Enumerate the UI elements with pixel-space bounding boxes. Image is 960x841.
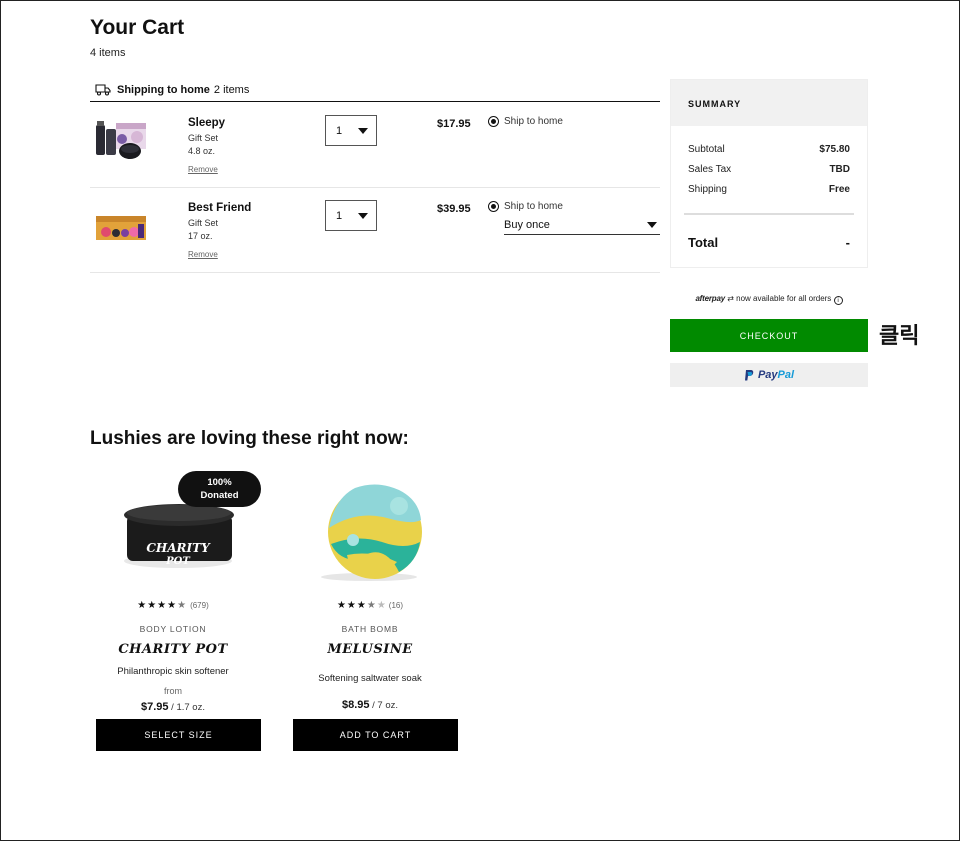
product-name[interactable]: CHARITY POT <box>90 642 256 657</box>
star-rating: ★★★★ ★ (679) <box>90 600 256 611</box>
product-thumbnail-sleepy <box>96 121 146 159</box>
donated-badge: 100% Donated <box>178 471 261 507</box>
product-image[interactable] <box>287 470 453 590</box>
price-from-label: from <box>164 686 182 696</box>
afterpay-notice: afterpay ⇄ now available for all orders … <box>670 294 868 305</box>
summary-label: Shipping <box>688 184 727 195</box>
star-icon-empty: ★ <box>376 600 386 611</box>
shipping-count: 2 items <box>213 83 250 96</box>
product-card-charity-pot: CHARITY POT 100% Donated ★★★★ ★ (679) BOD… <box>90 470 261 751</box>
chevron-down-icon <box>647 222 657 228</box>
product-category: BODY LOTION <box>139 624 207 634</box>
chevron-down-icon <box>358 213 368 219</box>
price-size: / 7 oz. <box>369 700 399 711</box>
badge-line-2: Donated <box>200 490 239 501</box>
review-count[interactable]: (679) <box>190 601 209 610</box>
afterpay-logo: afterpay <box>695 294 725 303</box>
order-summary: SUMMARY Subtotal $75.80 Sales Tax TBD Sh… <box>670 79 868 268</box>
paypal-text-pal: Pal <box>777 369 795 381</box>
paypal-icon <box>744 369 754 380</box>
summary-row-subtotal: Subtotal $75.80 <box>688 144 850 155</box>
product-image[interactable]: CHARITY POT 100% Donated <box>90 470 261 590</box>
product-thumbnail-best-friend <box>96 216 146 240</box>
star-icons-filled: ★★★★ <box>137 600 178 611</box>
total-label: Total <box>688 235 719 250</box>
quantity-value: 1 <box>336 124 343 137</box>
remove-link[interactable]: Remove <box>188 250 218 259</box>
product-price: $7.95 / 1.7 oz. <box>90 701 256 713</box>
page-title: Your Cart <box>90 16 185 39</box>
summary-value: Free <box>828 184 850 195</box>
summary-total: Total - <box>688 235 850 250</box>
item-price: $17.95 <box>437 118 471 130</box>
svg-text:CHARITY: CHARITY <box>146 541 211 555</box>
product-tagline: Softening saltwater soak <box>318 673 422 684</box>
add-to-cart-button[interactable]: ADD TO CART <box>293 719 458 751</box>
recommendations-title: Lushies are loving these right now: <box>90 428 409 449</box>
summary-divider <box>684 213 854 215</box>
cart-item-count: 4 items <box>90 47 126 59</box>
item-price: $39.95 <box>437 203 471 215</box>
star-icon-half: ★ <box>366 600 377 611</box>
item-type: Gift Set <box>188 218 219 228</box>
chevron-down-icon <box>358 128 368 134</box>
cart-item: Sleepy Gift Set 4.8 oz. Remove 1 $17.95 … <box>90 103 660 188</box>
item-type: Gift Set <box>188 133 219 143</box>
summary-label: Sales Tax <box>688 164 732 175</box>
cart-item: Best Friend Gift Set 17 oz. Remove 1 $39… <box>90 188 660 273</box>
item-name[interactable]: Sleepy <box>188 117 225 129</box>
summary-label: Subtotal <box>688 144 725 155</box>
summary-value: $75.80 <box>819 144 850 155</box>
product-name[interactable]: MELUSINE <box>287 642 453 657</box>
badge-line-1: 100% <box>207 477 232 488</box>
radio-selected-icon <box>488 201 499 212</box>
star-icon-half: ★ <box>177 600 188 611</box>
star-rating: ★★★ ★ ★ (16) <box>287 600 453 611</box>
click-annotation: 클릭 <box>879 324 920 349</box>
shipping-label: Shipping to home <box>117 83 210 96</box>
melusine-bath-bomb-image <box>321 484 422 581</box>
product-category: BATH BOMB <box>341 624 399 634</box>
remove-link[interactable]: Remove <box>188 165 218 174</box>
ship-option-label: Ship to home <box>504 201 563 212</box>
paypal-text-pay: Pay <box>757 369 778 381</box>
product-card-melusine: ★★★ ★ ★ (16) BATH BOMB MELUSINE Softening … <box>287 470 458 751</box>
ship-to-home-radio[interactable]: Ship to home <box>488 201 563 212</box>
info-icon[interactable]: i <box>833 296 843 305</box>
ship-option-label: Ship to home <box>504 116 563 127</box>
select-size-button[interactable]: SELECT SIZE <box>96 719 261 751</box>
afterpay-arrows-icon: ⇄ <box>727 294 734 303</box>
product-price: $8.95 / 7 oz. <box>287 699 453 711</box>
checkout-button[interactable]: CHECKOUT <box>670 319 868 352</box>
quantity-value: 1 <box>336 209 343 222</box>
review-count[interactable]: (16) <box>389 601 403 610</box>
price-size: / 1.7 oz. <box>168 702 205 713</box>
item-size: 4.8 oz. <box>188 146 216 156</box>
summary-title: SUMMARY <box>671 80 867 126</box>
price-value: $8.95 <box>341 699 370 711</box>
item-name[interactable]: Best Friend <box>188 202 251 214</box>
summary-row-shipping: Shipping Free <box>688 184 850 195</box>
truck-icon <box>95 83 111 96</box>
summary-value: TBD <box>829 164 850 175</box>
star-icons-filled: ★★★ <box>336 600 367 611</box>
product-tagline: Philanthropic skin softener <box>117 666 229 677</box>
total-value: - <box>845 235 850 250</box>
purchase-option-value: Buy once <box>504 219 550 231</box>
radio-selected-icon <box>488 116 499 127</box>
ship-to-home-radio[interactable]: Ship to home <box>488 116 563 127</box>
afterpay-text: now available for all orders <box>736 294 832 303</box>
summary-row-sales-tax: Sales Tax TBD <box>688 164 850 175</box>
shipping-section-header: Shipping to home 2 items <box>90 78 660 102</box>
price-value: $7.95 <box>141 701 169 713</box>
quantity-select[interactable]: 1 <box>325 115 377 146</box>
item-size: 17 oz. <box>188 231 213 241</box>
svg-text:POT: POT <box>165 556 191 567</box>
quantity-select[interactable]: 1 <box>325 200 377 231</box>
purchase-option-select[interactable]: Buy once <box>504 217 660 235</box>
paypal-button[interactable]: Pay Pal <box>670 363 868 387</box>
